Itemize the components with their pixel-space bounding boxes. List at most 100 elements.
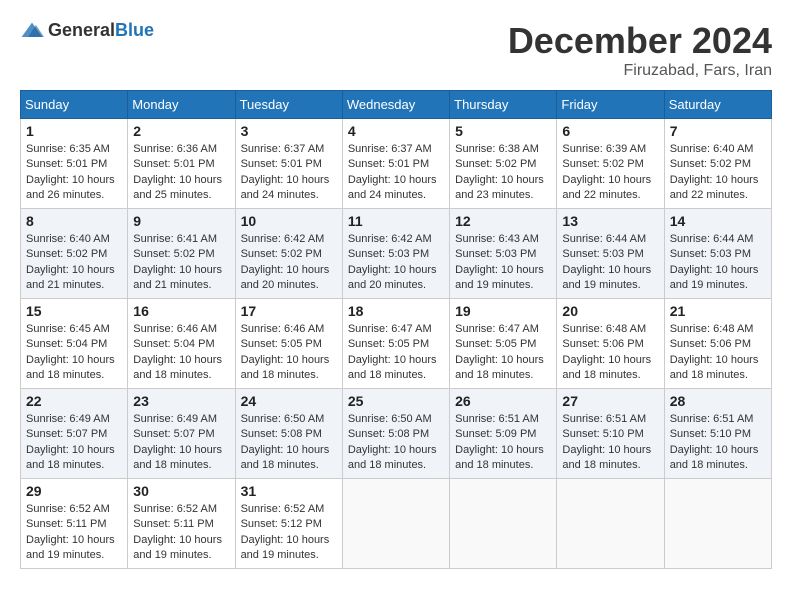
day-info: Sunrise: 6:42 AM Sunset: 5:03 PM Dayligh…: [348, 232, 444, 294]
sunrise-label: Sunrise: 6:52 AM: [26, 503, 110, 515]
day-info: Sunrise: 6:37 AM Sunset: 5:01 PM Dayligh…: [241, 142, 337, 204]
day-number: 23: [133, 393, 229, 409]
daylight-label: Daylight: 10 hours and 19 minutes.: [241, 534, 330, 561]
sunset-label: Sunset: 5:03 PM: [562, 248, 643, 260]
day-number: 9: [133, 213, 229, 229]
daylight-label: Daylight: 10 hours and 19 minutes.: [455, 264, 544, 291]
logo-general: General: [48, 20, 115, 40]
calendar-cell: 29 Sunrise: 6:52 AM Sunset: 5:11 PM Dayl…: [21, 479, 128, 569]
sunset-label: Sunset: 5:06 PM: [670, 338, 751, 350]
calendar-cell: 13 Sunrise: 6:44 AM Sunset: 5:03 PM Dayl…: [557, 209, 664, 299]
day-info: Sunrise: 6:43 AM Sunset: 5:03 PM Dayligh…: [455, 232, 551, 294]
calendar-cell: 6 Sunrise: 6:39 AM Sunset: 5:02 PM Dayli…: [557, 119, 664, 209]
sunrise-label: Sunrise: 6:42 AM: [241, 233, 325, 245]
sunrise-label: Sunrise: 6:51 AM: [670, 413, 754, 425]
day-info: Sunrise: 6:44 AM Sunset: 5:03 PM Dayligh…: [562, 232, 658, 294]
sunset-label: Sunset: 5:05 PM: [348, 338, 429, 350]
daylight-label: Daylight: 10 hours and 25 minutes.: [133, 174, 222, 201]
sunset-label: Sunset: 5:10 PM: [562, 428, 643, 440]
day-info: Sunrise: 6:51 AM Sunset: 5:10 PM Dayligh…: [562, 412, 658, 474]
calendar-cell: 8 Sunrise: 6:40 AM Sunset: 5:02 PM Dayli…: [21, 209, 128, 299]
calendar-cell: 31 Sunrise: 6:52 AM Sunset: 5:12 PM Dayl…: [235, 479, 342, 569]
calendar-cell: [664, 479, 771, 569]
calendar-cell: 25 Sunrise: 6:50 AM Sunset: 5:08 PM Dayl…: [342, 389, 449, 479]
weekday-header-sunday: Sunday: [21, 91, 128, 119]
day-info: Sunrise: 6:51 AM Sunset: 5:09 PM Dayligh…: [455, 412, 551, 474]
day-info: Sunrise: 6:36 AM Sunset: 5:01 PM Dayligh…: [133, 142, 229, 204]
day-number: 4: [348, 123, 444, 139]
sunrise-label: Sunrise: 6:44 AM: [562, 233, 646, 245]
weekday-header-saturday: Saturday: [664, 91, 771, 119]
day-number: 24: [241, 393, 337, 409]
calendar-cell: 3 Sunrise: 6:37 AM Sunset: 5:01 PM Dayli…: [235, 119, 342, 209]
day-number: 5: [455, 123, 551, 139]
sunrise-label: Sunrise: 6:46 AM: [241, 323, 325, 335]
day-info: Sunrise: 6:41 AM Sunset: 5:02 PM Dayligh…: [133, 232, 229, 294]
title-area: December 2024 Firuzabad, Fars, Iran: [508, 20, 772, 80]
day-number: 30: [133, 483, 229, 499]
weekday-header-tuesday: Tuesday: [235, 91, 342, 119]
calendar-week-row: 1 Sunrise: 6:35 AM Sunset: 5:01 PM Dayli…: [21, 119, 772, 209]
calendar-week-row: 8 Sunrise: 6:40 AM Sunset: 5:02 PM Dayli…: [21, 209, 772, 299]
sunset-label: Sunset: 5:02 PM: [26, 248, 107, 260]
calendar-cell: 2 Sunrise: 6:36 AM Sunset: 5:01 PM Dayli…: [128, 119, 235, 209]
month-title: December 2024: [508, 20, 772, 62]
calendar-table: SundayMondayTuesdayWednesdayThursdayFrid…: [20, 90, 772, 569]
sunset-label: Sunset: 5:04 PM: [26, 338, 107, 350]
sunrise-label: Sunrise: 6:47 AM: [455, 323, 539, 335]
day-number: 27: [562, 393, 658, 409]
daylight-label: Daylight: 10 hours and 18 minutes.: [26, 444, 115, 471]
sunrise-label: Sunrise: 6:47 AM: [348, 323, 432, 335]
calendar-cell: 28 Sunrise: 6:51 AM Sunset: 5:10 PM Dayl…: [664, 389, 771, 479]
daylight-label: Daylight: 10 hours and 18 minutes.: [455, 354, 544, 381]
day-number: 21: [670, 303, 766, 319]
logo: GeneralBlue: [20, 20, 154, 41]
day-number: 12: [455, 213, 551, 229]
sunset-label: Sunset: 5:01 PM: [241, 158, 322, 170]
day-number: 6: [562, 123, 658, 139]
daylight-label: Daylight: 10 hours and 23 minutes.: [455, 174, 544, 201]
daylight-label: Daylight: 10 hours and 19 minutes.: [562, 264, 651, 291]
day-number: 15: [26, 303, 122, 319]
daylight-label: Daylight: 10 hours and 18 minutes.: [26, 354, 115, 381]
day-info: Sunrise: 6:46 AM Sunset: 5:05 PM Dayligh…: [241, 322, 337, 384]
sunset-label: Sunset: 5:06 PM: [562, 338, 643, 350]
sunrise-label: Sunrise: 6:37 AM: [348, 143, 432, 155]
daylight-label: Daylight: 10 hours and 19 minutes.: [26, 534, 115, 561]
sunset-label: Sunset: 5:05 PM: [455, 338, 536, 350]
day-number: 3: [241, 123, 337, 139]
sunrise-label: Sunrise: 6:38 AM: [455, 143, 539, 155]
day-info: Sunrise: 6:47 AM Sunset: 5:05 PM Dayligh…: [455, 322, 551, 384]
weekday-header-friday: Friday: [557, 91, 664, 119]
sunrise-label: Sunrise: 6:48 AM: [670, 323, 754, 335]
daylight-label: Daylight: 10 hours and 19 minutes.: [133, 534, 222, 561]
day-info: Sunrise: 6:39 AM Sunset: 5:02 PM Dayligh…: [562, 142, 658, 204]
day-info: Sunrise: 6:49 AM Sunset: 5:07 PM Dayligh…: [26, 412, 122, 474]
sunrise-label: Sunrise: 6:45 AM: [26, 323, 110, 335]
day-number: 11: [348, 213, 444, 229]
calendar-cell: 9 Sunrise: 6:41 AM Sunset: 5:02 PM Dayli…: [128, 209, 235, 299]
calendar-cell: 23 Sunrise: 6:49 AM Sunset: 5:07 PM Dayl…: [128, 389, 235, 479]
sunset-label: Sunset: 5:04 PM: [133, 338, 214, 350]
calendar-cell: 1 Sunrise: 6:35 AM Sunset: 5:01 PM Dayli…: [21, 119, 128, 209]
calendar-cell: 19 Sunrise: 6:47 AM Sunset: 5:05 PM Dayl…: [450, 299, 557, 389]
calendar-cell: 26 Sunrise: 6:51 AM Sunset: 5:09 PM Dayl…: [450, 389, 557, 479]
day-number: 14: [670, 213, 766, 229]
sunset-label: Sunset: 5:01 PM: [348, 158, 429, 170]
weekday-header-monday: Monday: [128, 91, 235, 119]
sunset-label: Sunset: 5:02 PM: [241, 248, 322, 260]
sunset-label: Sunset: 5:01 PM: [133, 158, 214, 170]
sunrise-label: Sunrise: 6:36 AM: [133, 143, 217, 155]
daylight-label: Daylight: 10 hours and 18 minutes.: [241, 354, 330, 381]
daylight-label: Daylight: 10 hours and 18 minutes.: [348, 354, 437, 381]
sunrise-label: Sunrise: 6:35 AM: [26, 143, 110, 155]
daylight-label: Daylight: 10 hours and 22 minutes.: [562, 174, 651, 201]
day-info: Sunrise: 6:50 AM Sunset: 5:08 PM Dayligh…: [348, 412, 444, 474]
daylight-label: Daylight: 10 hours and 18 minutes.: [562, 354, 651, 381]
day-info: Sunrise: 6:50 AM Sunset: 5:08 PM Dayligh…: [241, 412, 337, 474]
daylight-label: Daylight: 10 hours and 24 minutes.: [241, 174, 330, 201]
sunset-label: Sunset: 5:08 PM: [241, 428, 322, 440]
logo-icon: [20, 21, 44, 41]
calendar-cell: 14 Sunrise: 6:44 AM Sunset: 5:03 PM Dayl…: [664, 209, 771, 299]
day-info: Sunrise: 6:35 AM Sunset: 5:01 PM Dayligh…: [26, 142, 122, 204]
